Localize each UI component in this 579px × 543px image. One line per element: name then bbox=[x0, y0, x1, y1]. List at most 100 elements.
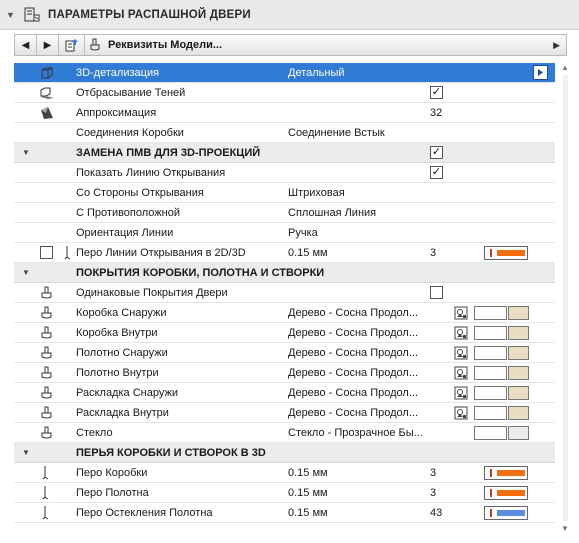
scrollbar[interactable]: ▲ ▼ bbox=[559, 63, 573, 533]
surface-color-swatch[interactable] bbox=[508, 306, 529, 320]
surface-picker-icon[interactable] bbox=[454, 366, 468, 380]
parameter-value[interactable]: 0.15 мм bbox=[288, 483, 453, 503]
surface-swatch[interactable] bbox=[474, 326, 507, 340]
parameter-row[interactable]: Показать Линию Открывания ✓ bbox=[14, 163, 555, 183]
surface-swatch[interactable] bbox=[474, 306, 507, 320]
scroll-track[interactable] bbox=[563, 75, 568, 521]
parameter-row[interactable]: Ориентация Линии Ручка bbox=[14, 223, 555, 243]
pen-swatch[interactable] bbox=[484, 466, 528, 480]
section-caret-icon[interactable]: ▼ bbox=[22, 263, 32, 283]
row-checkbox[interactable]: ✓ bbox=[430, 166, 443, 179]
surface-swatch[interactable] bbox=[474, 426, 507, 440]
parameter-value[interactable]: Дерево - Сосна Продол... bbox=[288, 323, 453, 343]
section-caret-icon[interactable]: ▼ bbox=[22, 143, 32, 163]
parameter-name: С Противоположной bbox=[76, 207, 180, 219]
parameter-row[interactable]: Перо Линии Открывания в 2D/3D 0.15 мм 3 bbox=[14, 243, 555, 263]
pen-swatch[interactable] bbox=[484, 246, 528, 260]
pen-swatch[interactable] bbox=[484, 486, 528, 500]
surface-swatch[interactable] bbox=[474, 406, 507, 420]
parameter-row[interactable]: Соединения Коробки Соединение Встык bbox=[14, 123, 555, 143]
cube-icon bbox=[38, 63, 56, 83]
parameter-row[interactable]: Отбрасывание Теней ✓ bbox=[14, 83, 555, 103]
surface-swatch[interactable] bbox=[474, 346, 507, 360]
parameter-row[interactable]: Раскладка Снаружи Дерево - Сосна Продол..… bbox=[14, 383, 555, 403]
collapse-caret-icon[interactable]: ▼ bbox=[6, 10, 16, 20]
section-header[interactable]: ▼ ПЕРЬЯ КОРОБКИ И СТВОРОК В 3D bbox=[14, 443, 555, 463]
parameter-name: Отбрасывание Теней bbox=[76, 87, 186, 99]
section-caret-icon[interactable]: ▼ bbox=[22, 443, 32, 463]
parameter-value[interactable]: Дерево - Сосна Продол... bbox=[288, 343, 453, 363]
parameter-row[interactable]: С Противоположной Сплошная Линия bbox=[14, 203, 555, 223]
parameter-row[interactable]: Коробка Снаружи Дерево - Сосна Продол... bbox=[14, 303, 555, 323]
parameter-row[interactable]: Аппроксимация 32 bbox=[14, 103, 555, 123]
surface-picker-icon[interactable] bbox=[454, 306, 468, 320]
row-checkbox[interactable]: ✓ bbox=[430, 146, 443, 159]
pen-swatch[interactable] bbox=[484, 506, 528, 520]
parameter-value[interactable]: Соединение Встык bbox=[288, 123, 453, 143]
prev-button[interactable]: ◀ bbox=[15, 35, 37, 55]
section-header[interactable]: ▼ ПОКРЫТИЯ КОРОБКИ, ПОЛОТНА И СТВОРКИ bbox=[14, 263, 555, 283]
surface-color-swatch[interactable] bbox=[508, 366, 529, 380]
parameter-row[interactable]: 3D-детализация Детальный bbox=[14, 63, 555, 83]
pen-icon bbox=[38, 483, 56, 503]
parameter-name: Со Стороны Открывания bbox=[76, 187, 204, 199]
door-settings-icon bbox=[24, 7, 40, 21]
parameter-value[interactable]: Ручка bbox=[288, 223, 453, 243]
parameter-value[interactable]: Детальный bbox=[288, 63, 453, 83]
parameter-value[interactable]: Дерево - Сосна Продол... bbox=[288, 303, 453, 323]
paint-brush-icon bbox=[38, 383, 56, 403]
parameter-value[interactable]: Штриховая bbox=[288, 183, 453, 203]
expand-value-button[interactable] bbox=[533, 65, 548, 80]
row-checkbox[interactable] bbox=[40, 246, 53, 259]
surface-color-swatch[interactable] bbox=[508, 386, 529, 400]
parameter-name: Полотно Внутри bbox=[76, 367, 159, 379]
parameter-row[interactable]: Стекло Стекло - Прозрачное Бы... bbox=[14, 423, 555, 443]
surface-swatch[interactable] bbox=[474, 366, 507, 380]
surface-swatch[interactable] bbox=[474, 386, 507, 400]
surface-color-swatch[interactable] bbox=[508, 406, 529, 420]
surface-picker-icon[interactable] bbox=[454, 346, 468, 360]
parameter-row[interactable]: Перо Коробки 0.15 мм 3 bbox=[14, 463, 555, 483]
parameter-value[interactable]: 0.15 мм bbox=[288, 243, 453, 263]
parameter-number[interactable]: 3 bbox=[430, 483, 470, 503]
parameter-row[interactable]: Перо Остекления Полотна 0.15 мм 43 bbox=[14, 503, 555, 523]
parameter-value[interactable]: Стекло - Прозрачное Бы... bbox=[288, 423, 453, 443]
surface-picker-icon[interactable] bbox=[454, 386, 468, 400]
parameter-name: Раскладка Снаружи bbox=[76, 387, 178, 399]
parameter-number[interactable]: 3 bbox=[430, 463, 470, 483]
surface-color-swatch[interactable] bbox=[508, 346, 529, 360]
parameter-row[interactable]: Перо Полотна 0.15 мм 3 bbox=[14, 483, 555, 503]
scroll-up-icon[interactable]: ▲ bbox=[561, 63, 569, 72]
parameter-value[interactable]: Сплошная Линия bbox=[288, 203, 453, 223]
surface-color-swatch[interactable] bbox=[508, 326, 529, 340]
parameter-row[interactable]: Полотно Внутри Дерево - Сосна Продол... bbox=[14, 363, 555, 383]
parameter-value[interactable]: Дерево - Сосна Продол... bbox=[288, 403, 453, 423]
model-attributes-dropdown[interactable]: Реквизиты Модели... ▶ bbox=[85, 35, 566, 55]
parameter-number[interactable]: 43 bbox=[430, 503, 470, 523]
surface-picker-icon[interactable] bbox=[454, 406, 468, 420]
surface-color-swatch[interactable] bbox=[508, 426, 529, 440]
next-button[interactable]: ▶ bbox=[37, 35, 59, 55]
parameter-name: Коробка Снаружи bbox=[76, 307, 167, 319]
panel-header[interactable]: ▼ ПАРАМЕТРЫ РАСПАШНОЙ ДВЕРИ bbox=[0, 0, 579, 30]
parameter-value[interactable]: 0.15 мм bbox=[288, 463, 453, 483]
parameter-row[interactable]: Раскладка Внутри Дерево - Сосна Продол... bbox=[14, 403, 555, 423]
parameter-row[interactable]: Полотно Снаружи Дерево - Сосна Продол... bbox=[14, 343, 555, 363]
parameter-number[interactable]: 3 bbox=[430, 243, 470, 263]
parameter-value[interactable]: Дерево - Сосна Продол... bbox=[288, 383, 453, 403]
parameter-row[interactable]: Одинаковые Покрытия Двери bbox=[14, 283, 555, 303]
scroll-down-icon[interactable]: ▼ bbox=[561, 524, 569, 533]
parameter-number[interactable]: 32 bbox=[430, 103, 470, 123]
load-settings-button[interactable] bbox=[59, 35, 85, 55]
surface-picker-icon[interactable] bbox=[454, 326, 468, 340]
parameter-value[interactable]: Дерево - Сосна Продол... bbox=[288, 363, 453, 383]
parameter-value[interactable]: 0.15 мм bbox=[288, 503, 453, 523]
document-arrow-icon bbox=[65, 39, 78, 52]
row-checkbox[interactable]: ✓ bbox=[430, 86, 443, 99]
paint-brush-icon bbox=[90, 38, 100, 51]
section-header[interactable]: ▼ ЗАМЕНА ПМВ ДЛЯ 3D-ПРОЕКЦИЙ ✓ bbox=[14, 143, 555, 163]
row-checkbox[interactable] bbox=[430, 286, 443, 299]
parameter-row[interactable]: Коробка Внутри Дерево - Сосна Продол... bbox=[14, 323, 555, 343]
parameter-row[interactable]: Со Стороны Открывания Штриховая bbox=[14, 183, 555, 203]
paint-brush-icon bbox=[38, 343, 56, 363]
